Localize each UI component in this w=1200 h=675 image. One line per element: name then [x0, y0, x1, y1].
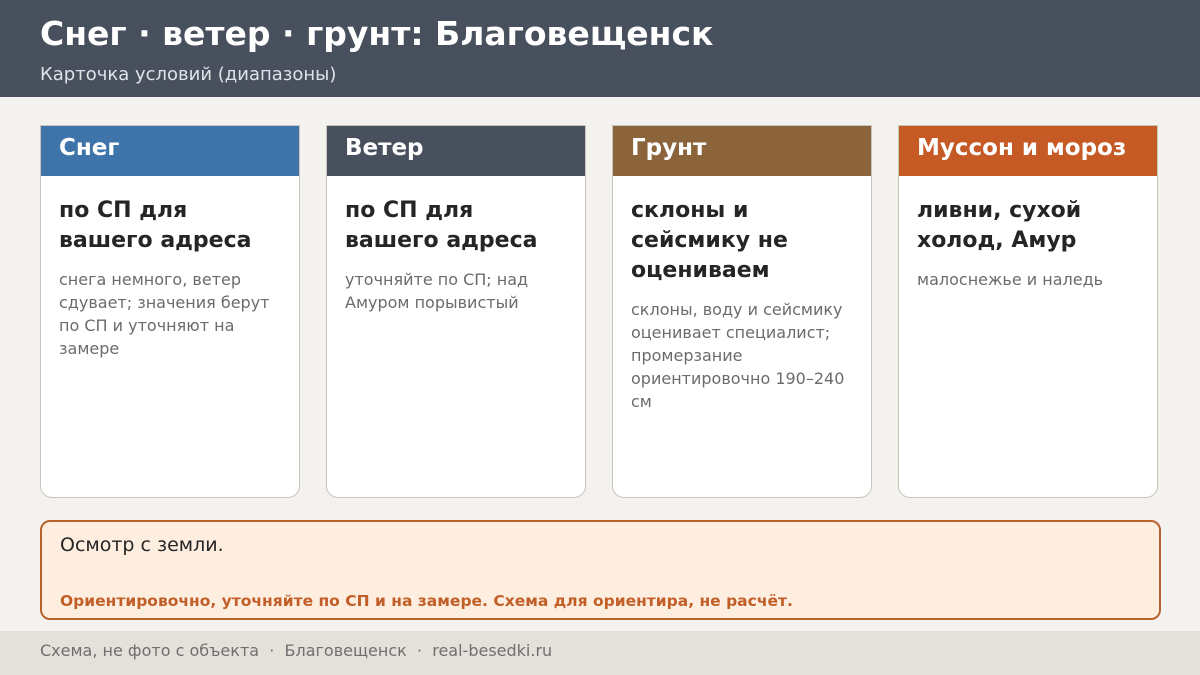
- card-main-text: ливни, сухой холод, Амур: [917, 198, 1082, 253]
- card-heading: Ветер: [327, 126, 585, 176]
- card-wind: Ветер по СП для вашего адреса уточняйте …: [326, 125, 586, 498]
- card-note: малоснежье и наледь: [917, 270, 1104, 289]
- card-main-text: по СП для вашего адреса: [345, 198, 538, 253]
- footer-bar: Схема, не фото с объекта · Благовещенск …: [0, 631, 1200, 675]
- card-note: снега немного, ветер сдувает; значения б…: [59, 270, 270, 358]
- notice-warning: Ориентировочно, уточняйте по СП и на зам…: [60, 592, 793, 610]
- page-subtitle: Карточка условий (диапазоны): [40, 64, 337, 85]
- card-note: склоны, воду и сейсмику оценивает специа…: [631, 300, 845, 411]
- card-main-text: по СП для вашего адреса: [59, 198, 252, 253]
- card-snow: Снег по СП для вашего адреса снега немно…: [40, 125, 300, 498]
- card-heading: Грунт: [613, 126, 871, 176]
- page-title: Снег · ветер · грунт: Благовещенск: [40, 14, 714, 53]
- card-monsoon-frost: Муссон и мороз ливни, сухой холод, Амур …: [898, 125, 1158, 498]
- card-soil: Грунт склоны и сейсмику не оцениваем скл…: [612, 125, 872, 498]
- card-heading: Муссон и мороз: [899, 126, 1157, 176]
- card-heading: Снег: [41, 126, 299, 176]
- card-note: уточняйте по СП; над Амуром порывистый: [345, 270, 529, 312]
- notice-text: Осмотр с земли.: [60, 534, 224, 556]
- notice-box: Осмотр с земли. Ориентировочно, уточняйт…: [40, 520, 1161, 620]
- card-main-text: склоны и сейсмику не оцениваем: [631, 198, 788, 283]
- footer-text: Схема, не фото с объекта · Благовещенск …: [40, 641, 553, 660]
- header-bar: Снег · ветер · грунт: Благовещенск Карто…: [0, 0, 1200, 97]
